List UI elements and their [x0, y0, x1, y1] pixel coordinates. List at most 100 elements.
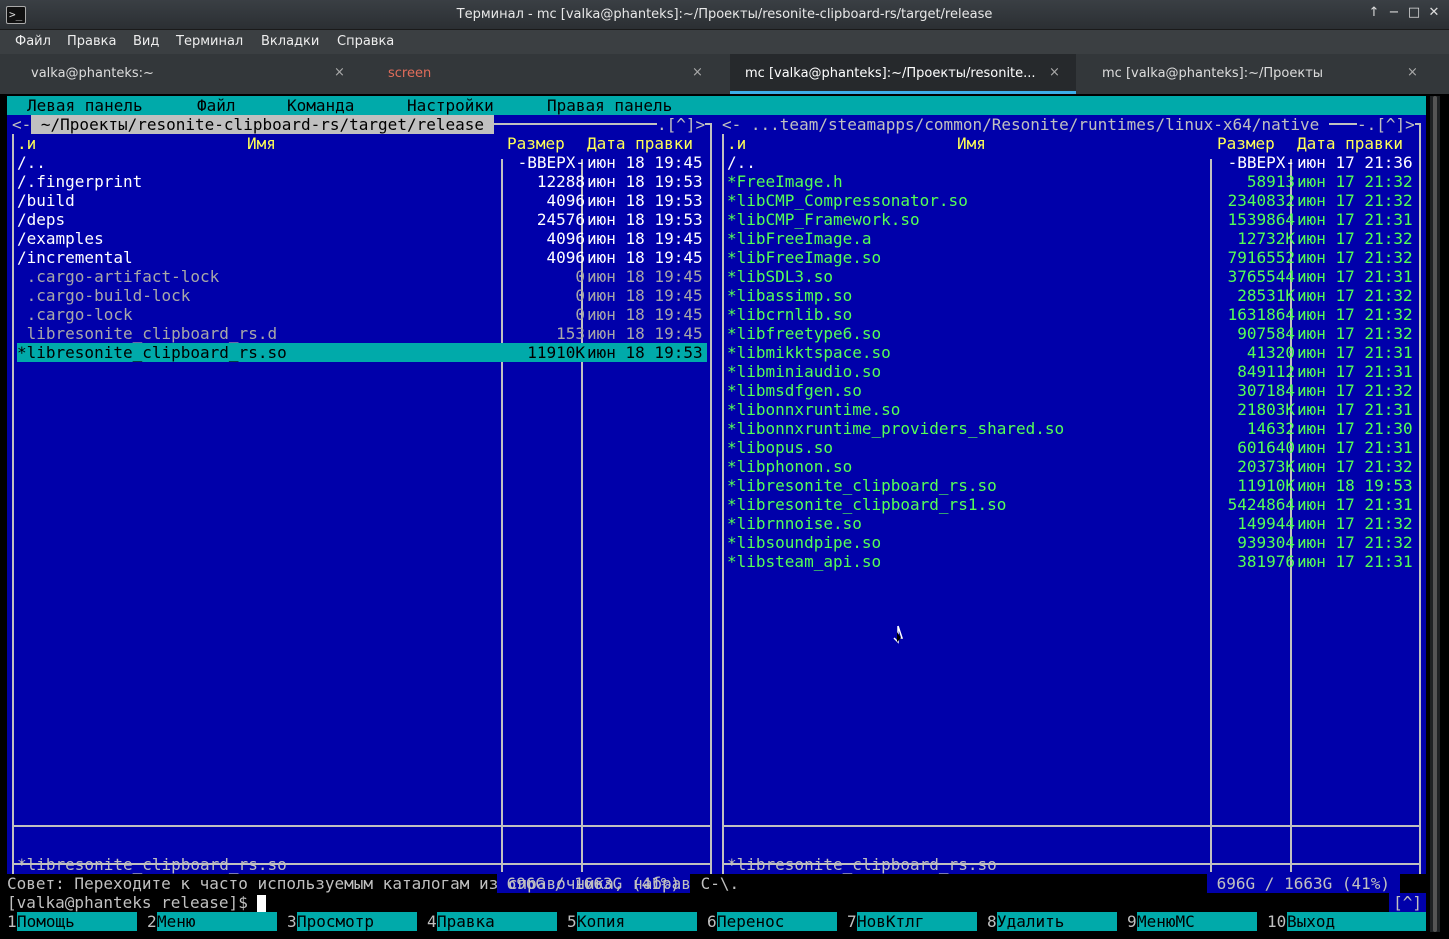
file-row[interactable]: *libresonite_clipboard_rs1.so 5424864 июн … [727, 495, 1417, 514]
tab-home[interactable]: valka@phanteks:~ × [8, 54, 358, 94]
fkey-4[interactable]: 4 Правка [427, 912, 567, 931]
menu-edit[interactable]: Правка [67, 34, 116, 49]
mc-menu-command[interactable]: Команда [287, 96, 354, 115]
fkey-7[interactable]: 7 НовКтлг [847, 912, 987, 931]
file-row[interactable]: /build 4096 июн 18 19:53 [17, 191, 707, 210]
fkey-1[interactable]: 1 Помощь [7, 912, 147, 931]
file-row[interactable]: /.. -ВВЕРХ-июн 18 19:45 [17, 153, 707, 172]
column-header-name[interactable]: Имя [957, 134, 986, 153]
mc-menu-file[interactable]: Файл [197, 96, 236, 115]
terminal-scrollbar[interactable] [1430, 96, 1440, 932]
file-row[interactable]: .cargo-lock 0 июн 18 19:45 [17, 305, 707, 324]
fkey-number: 8 [987, 912, 997, 931]
fkey-8[interactable]: 8 Удалить [987, 912, 1127, 931]
file-row[interactable]: .cargo-build-lock 0 июн 18 19:45 [17, 286, 707, 305]
fkey-10[interactable]: 10 Выход [1267, 912, 1426, 931]
panel-nav-prefix[interactable]: <- [722, 115, 741, 134]
close-window-button[interactable]: ✕ [1427, 5, 1441, 20]
column-header-date[interactable]: Дата правки [587, 134, 693, 153]
maximize-button[interactable]: □ [1407, 5, 1421, 20]
file-row[interactable]: /examples 4096 июн 18 19:45 [17, 229, 707, 248]
file-row[interactable]: *libresonite_clipboard_rs.so 11910K июн 18… [727, 476, 1417, 495]
command-line[interactable]: [valka@phanteks release]$ [7, 893, 1426, 912]
tab-mc-release[interactable]: mc [valka@phanteks]:~/Проекты/resonite..… [730, 54, 1076, 94]
file-row[interactable]: *libsoundpipe.so 939304 июн 17 21:32 [727, 533, 1417, 552]
left-panel[interactable]: <- ~/Проекты/resonite-clipboard-rs/targe… [7, 115, 717, 893]
panel-path-bar[interactable]: <- ...team/steamapps/common/Resonite/run… [722, 115, 1329, 134]
panel-path: ~/Проекты/resonite-clipboard-rs/target/r… [31, 115, 494, 134]
column-header-name[interactable]: Имя [247, 134, 276, 153]
file-row[interactable]: *libonnxruntime.so 21803K июн 17 21:31 [727, 400, 1417, 419]
tab-close-icon[interactable]: × [1049, 65, 1060, 80]
menu-file[interactable]: Файл [15, 34, 51, 49]
terminal-area[interactable]: Левая панель Файл Команда Настройки Прав… [7, 96, 1426, 932]
file-size: 12732K [1237, 229, 1295, 248]
tab-mc-projects[interactable]: mc [valka@phanteks]:~/Проекты × [1086, 54, 1426, 94]
column-header-size[interactable]: Размер [507, 134, 565, 153]
minimize-button[interactable]: − [1387, 5, 1401, 20]
tab-close-icon[interactable]: × [334, 65, 345, 80]
file-date: июн 17 21:31 [1297, 438, 1413, 457]
file-row[interactable]: *libsteam_api.so 381976 июн 17 21:31 [727, 552, 1417, 571]
file-row[interactable]: *libopus.so 601640 июн 17 21:31 [727, 438, 1417, 457]
command-history-button[interactable]: [^] [1389, 893, 1426, 912]
mc-menu-left-panel[interactable]: Левая панель [27, 96, 143, 115]
fkey-number: 6 [707, 912, 717, 931]
panel-nav-prefix[interactable]: <- [12, 115, 31, 134]
file-row[interactable]: *libSDL3.so 3765544 июн 17 21:31 [727, 267, 1417, 286]
tab-close-icon[interactable]: × [1407, 65, 1418, 80]
file-row[interactable]: *librnnoise.so 149944 июн 17 21:32 [727, 514, 1417, 533]
menu-tabs[interactable]: Вкладки [261, 34, 319, 49]
file-date: июн 17 21:31 [1297, 495, 1413, 514]
fkey-2[interactable]: 2 Меню [147, 912, 287, 931]
file-row[interactable]: *libcrnlib.so 1631864 июн 17 21:32 [727, 305, 1417, 324]
file-row[interactable]: /incremental 4096 июн 18 19:45 [17, 248, 707, 267]
menu-help[interactable]: Справка [337, 34, 394, 49]
fkey-6[interactable]: 6 Перенос [707, 912, 847, 931]
file-date: июн 17 21:31 [1297, 552, 1413, 571]
sort-indicator[interactable]: .и [17, 134, 36, 153]
tab-screen[interactable]: screen × [366, 54, 716, 94]
tab-close-icon[interactable]: × [692, 65, 703, 80]
mc-menu-options[interactable]: Настройки [407, 96, 494, 115]
file-row[interactable]: *libfreetype6.so 907584 июн 17 21:32 [727, 324, 1417, 343]
mc-menu-right-panel[interactable]: Правая панель [547, 96, 672, 115]
fkey-9[interactable]: 9 МенюMC [1127, 912, 1267, 931]
file-row[interactable]: *libassimp.so 28531K июн 17 21:32 [727, 286, 1417, 305]
panel-corner-controls[interactable]: .[^]> [657, 115, 706, 134]
sort-indicator[interactable]: .и [727, 134, 746, 153]
file-size: -ВВЕРХ- [517, 153, 585, 172]
file-row[interactable]: libresonite_clipboard_rs.d 153 июн 18 19:4… [17, 324, 707, 343]
column-header-date[interactable]: Дата правки [1297, 134, 1403, 153]
file-row[interactable]: *libCMP_Compressonator.so 2340832 июн 17 2… [727, 191, 1417, 210]
fkey-5[interactable]: 5 Копия [567, 912, 707, 931]
menu-view[interactable]: Вид [133, 34, 159, 49]
scrollbar-thumb[interactable] [1433, 96, 1437, 932]
file-size: 849112 [1237, 362, 1295, 381]
file-row[interactable]: /.. -ВВЕРХ-июн 17 21:36 [727, 153, 1417, 172]
file-row[interactable]: /.fingerprint 12288 июн 18 19:53 [17, 172, 707, 191]
file-row[interactable]: *libonnxruntime_providers_shared.so 14632… [727, 419, 1417, 438]
keep-above-button[interactable]: ↑ [1367, 5, 1381, 20]
file-row[interactable]: .cargo-artifact-lock 0 июн 18 19:45 [17, 267, 707, 286]
file-row[interactable]: *FreeImage.h 58913 июн 17 21:32 [727, 172, 1417, 191]
fkey-label: Помощь [17, 912, 137, 931]
column-header-size[interactable]: Размер [1217, 134, 1275, 153]
panel-path: ...team/steamapps/common/Resonite/runtim… [741, 115, 1329, 134]
panel-corner-controls[interactable]: -.[^]> [1357, 115, 1415, 134]
file-row[interactable]: *libmsdfgen.so 307184 июн 17 21:32 [727, 381, 1417, 400]
right-panel[interactable]: <- ...team/steamapps/common/Resonite/run… [717, 115, 1426, 893]
file-date: июн 17 21:32 [1297, 457, 1413, 476]
file-row[interactable]: /deps 24576 июн 18 19:53 [17, 210, 707, 229]
file-row[interactable]: *libmikktspace.so 41320 июн 17 21:31 [727, 343, 1417, 362]
file-row[interactable]: *libFreeImage.so 7916552 июн 17 21:32 [727, 248, 1417, 267]
fkey-number: 4 [427, 912, 437, 931]
file-row[interactable]: *libresonite_clipboard_rs.so 11910K июн 18… [17, 343, 707, 362]
file-row[interactable]: *libphonon.so 20373K июн 17 21:32 [727, 457, 1417, 476]
fkey-3[interactable]: 3 Просмотр [287, 912, 427, 931]
file-row[interactable]: *libminiaudio.so 849112 июн 17 21:31 [727, 362, 1417, 381]
menu-terminal[interactable]: Терминал [176, 34, 243, 49]
panel-path-bar[interactable]: <- ~/Проекты/resonite-clipboard-rs/targe… [12, 115, 494, 134]
file-row[interactable]: *libCMP_Framework.so 1539864 июн 17 21:31 [727, 210, 1417, 229]
file-row[interactable]: *libFreeImage.a 12732K июн 17 21:32 [727, 229, 1417, 248]
